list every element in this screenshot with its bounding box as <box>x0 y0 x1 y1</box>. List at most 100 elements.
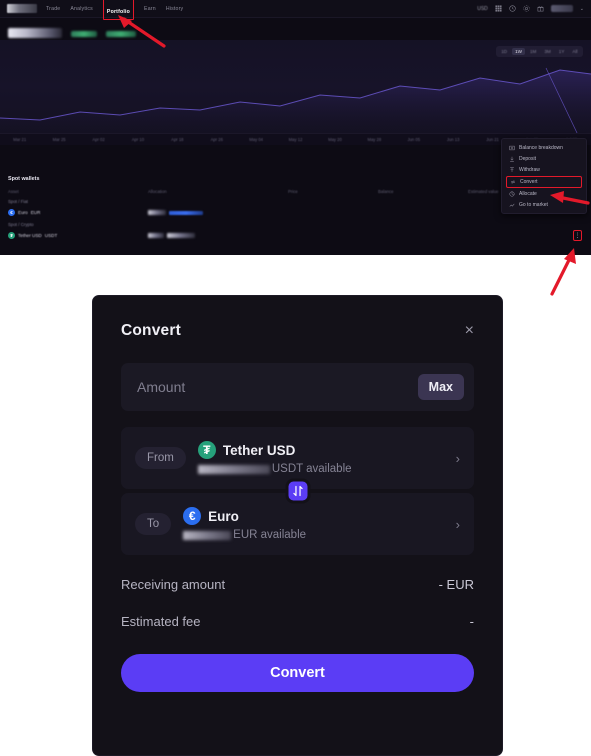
col-balance: Balance <box>378 189 394 194</box>
row-allocation <box>148 210 288 215</box>
nav-item-trade[interactable]: Trade <box>46 6 60 12</box>
dropdown-label: Go to market <box>519 201 548 208</box>
to-coin-name: Euro <box>208 508 239 524</box>
from-label: From <box>135 447 186 469</box>
euro-coin-icon: € <box>8 209 15 216</box>
chart-line <box>0 67 591 136</box>
to-label: To <box>135 513 172 535</box>
x-tick: Jun 05 <box>407 137 421 142</box>
clock-icon[interactable] <box>509 5 516 12</box>
to-currency-details: € Euro EUR available <box>183 507 444 541</box>
grid-icon[interactable] <box>495 5 502 12</box>
coin-name: Euro <box>18 210 28 215</box>
receiving-amount-value: - EUR <box>438 577 474 592</box>
amount-field-wrapper: Max <box>121 363 474 411</box>
x-tick: May 20 <box>328 137 342 142</box>
dropdown-item-convert[interactable]: Convert <box>506 175 582 188</box>
x-tick: Jun 13 <box>446 137 460 142</box>
chevron-down-icon[interactable]: ⌄ <box>580 6 584 12</box>
nav-item-earn[interactable]: Earn <box>144 6 156 12</box>
x-tick: Apr 02 <box>92 137 105 142</box>
exchange-logo[interactable] <box>7 4 37 13</box>
receiving-amount-label: Receiving amount <box>121 577 226 592</box>
wallets-table-header: Asset Allocation Price Balance Estimated… <box>8 187 583 196</box>
from-available-amount <box>197 464 270 474</box>
swap-currencies-button[interactable] <box>285 478 310 504</box>
from-available: USDT available <box>197 463 444 475</box>
to-available-label: EUR available <box>233 529 307 541</box>
row-asset-euro: € Euro EUR <box>8 209 148 216</box>
arrow-down-icon <box>510 156 514 162</box>
x-tick: May 04 <box>249 137 263 142</box>
chevron-right-icon[interactable]: › <box>456 451 460 466</box>
nav-item-portfolio-highlight: Portfolio <box>102 0 135 20</box>
tether-coin-icon: ₮ <box>8 232 15 239</box>
from-coin-name: Tether USD <box>222 442 296 458</box>
col-asset: Asset <box>8 189 19 194</box>
amount-input[interactable] <box>137 379 418 395</box>
currency-pair-selector: From ₮ Tether USD USDT available › To € … <box>121 427 474 555</box>
x-tick: Apr 18 <box>171 137 184 142</box>
row-allocation <box>148 233 288 238</box>
col-price: Price <box>288 189 298 194</box>
portfolio-balance-summary <box>0 18 591 40</box>
gift-icon[interactable] <box>537 5 544 12</box>
row-actions-menu-highlight: ⋮ <box>573 230 582 241</box>
nav-item-analytics[interactable]: Analytics <box>70 6 93 12</box>
estimated-fee-label: Estimated fee <box>121 614 201 629</box>
max-button[interactable]: Max <box>417 374 464 400</box>
from-currency-details: ₮ Tether USD USDT available <box>197 441 444 475</box>
table-row[interactable]: ₮ Tether USD USDT ⋮ <box>8 229 583 242</box>
modal-title: Convert <box>121 322 181 339</box>
from-coin: ₮ Tether USD <box>197 441 444 459</box>
navbar-right-cluster: USD ⌄ <box>477 5 584 12</box>
list-icon <box>509 145 515 150</box>
dropdown-label: Convert <box>520 178 538 185</box>
coin-name: Tether USD <box>18 233 42 238</box>
row-asset-tether: ₮ Tether USD USDT <box>8 232 148 239</box>
screenshot-page: Trade Analytics Portfolio Earn History U… <box>0 0 591 756</box>
modal-header: Convert × <box>121 322 474 340</box>
to-available-amount <box>183 530 232 540</box>
kebab-menu-icon[interactable]: ⋮ <box>575 233 581 239</box>
dropdown-label: Withdraw <box>519 166 540 173</box>
coin-ticker: EUR <box>30 210 41 215</box>
nav-item-history[interactable]: History <box>166 6 184 12</box>
pie-icon <box>509 191 515 197</box>
currency-selector[interactable]: USD <box>477 6 488 12</box>
dropdown-label: Allocate <box>519 190 537 197</box>
wallet-actions-dropdown: Balance breakdown Deposit Withdraw Conve… <box>501 138 587 215</box>
wallet-group-crypto: Spot / Crypto <box>8 222 34 227</box>
x-tick: May 28 <box>367 137 382 142</box>
swap-vertical-icon <box>292 485 303 497</box>
tether-icon: ₮ <box>197 441 216 459</box>
balance-change-percent <box>106 31 136 37</box>
x-tick: Mar 25 <box>52 137 66 142</box>
x-tick: May 12 <box>288 137 303 142</box>
dropdown-item-allocate[interactable]: Allocate <box>502 188 586 199</box>
convert-submit-button[interactable]: Convert <box>121 654 474 692</box>
close-icon[interactable]: × <box>465 323 474 339</box>
x-tick: Apr 26 <box>210 137 223 142</box>
table-row[interactable]: € Euro EUR <box>8 206 583 219</box>
settings-icon[interactable] <box>523 5 530 12</box>
dropdown-label: Deposit <box>519 155 536 162</box>
dropdown-item-deposit[interactable]: Deposit <box>502 153 586 164</box>
swap-icon <box>510 179 516 184</box>
x-tick: Mar 21 <box>13 137 27 142</box>
portfolio-chart: 1D 1W 1M 3M 1Y All Mar 21 Mar 25 Apr 02 … <box>0 40 591 145</box>
dropdown-item-go-to-market[interactable]: Go to market <box>502 199 586 210</box>
top-navbar: Trade Analytics Portfolio Earn History U… <box>0 0 591 20</box>
arrow-up-icon <box>510 167 514 172</box>
dropdown-item-balance-breakdown[interactable]: Balance breakdown <box>502 142 586 153</box>
convert-modal: Convert × Max From ₮ Tether USD <box>92 295 503 756</box>
estimated-fee-row: Estimated fee - <box>121 614 474 629</box>
balance-change-absolute <box>71 31 97 37</box>
avatar[interactable] <box>550 5 573 12</box>
nav-item-portfolio[interactable]: Portfolio <box>107 9 130 15</box>
receiving-amount-row: Receiving amount - EUR <box>121 577 474 592</box>
exchange-app-screenshot: Trade Analytics Portfolio Earn History U… <box>0 0 591 255</box>
chevron-right-icon[interactable]: › <box>456 517 460 532</box>
dropdown-item-withdraw[interactable]: Withdraw <box>502 164 586 175</box>
from-available-label: USDT available <box>271 463 352 475</box>
